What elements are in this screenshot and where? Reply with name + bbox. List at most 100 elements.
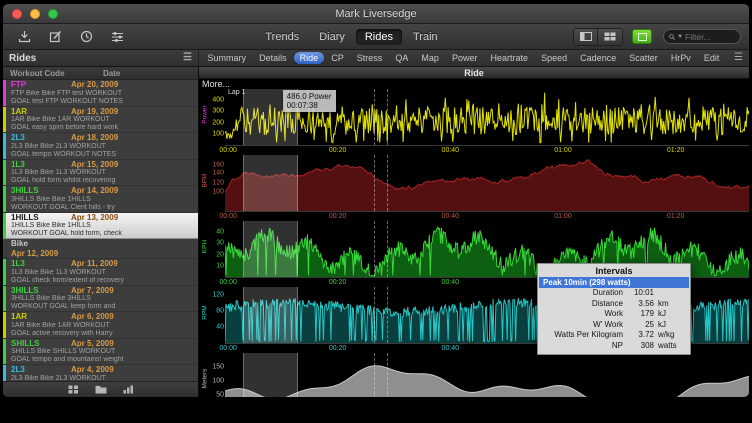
sidebar-columns[interactable]: Workout Code Date: [3, 67, 198, 80]
ride-list-item[interactable]: SHILLSApr 5, 2009SHILLS Bike SHILLS WORK…: [3, 339, 198, 366]
filter-input[interactable]: [685, 32, 735, 42]
analysis-tab-heartrate[interactable]: Heartrate: [485, 52, 535, 64]
ride-list-item[interactable]: 1L3Apr 11, 20091L3 Bike Bike 1L3 WORKOUT…: [3, 259, 198, 286]
interval-marker-line: [387, 155, 388, 211]
analysis-tab-map[interactable]: Map: [415, 52, 445, 64]
tiled-view-button[interactable]: [598, 29, 622, 45]
interval-selection-band[interactable]: [243, 287, 298, 343]
interval-stat-label: Distance: [538, 299, 628, 310]
power-plot[interactable]: Lap 1486.0 Power00:07:3800:0000:2000:400…: [225, 89, 749, 155]
analysis-tab-scatter[interactable]: Scatter: [623, 52, 664, 64]
interval-stats: Duration10:01Distance3.56kmWork179kJW' W…: [538, 288, 690, 351]
ride-date: Apr 7, 2009: [71, 286, 114, 296]
ride-list-item[interactable]: 1ARApr 6, 20091AR Bike Bike 1AR WORKOUTG…: [3, 312, 198, 339]
ride-list-item[interactable]: 1L3Apr 15, 20091L3 Bike Bike 1L3 WORKOUT…: [3, 160, 198, 187]
analysis-tab-ride[interactable]: Ride: [294, 52, 325, 64]
column-header-date[interactable]: Date: [103, 69, 120, 78]
minimize-window-button[interactable]: [30, 9, 40, 19]
ride-item-line1: SHILLSApr 5, 2009: [11, 339, 195, 349]
ride-description-line: WORKOUT GOAL hold form, check: [11, 230, 195, 238]
interval-selection-band[interactable]: [243, 353, 298, 397]
heartrate-axis-tick: 100: [212, 189, 224, 196]
close-window-button[interactable]: [12, 9, 22, 19]
ride-description-line: GOAL active recovery with Harry: [11, 330, 195, 338]
interval-selection-band[interactable]: [243, 155, 298, 211]
title-bar[interactable]: Mark Liversedge: [3, 4, 749, 24]
analysis-tab-cadence[interactable]: Cadence: [574, 52, 622, 64]
heartrate-time-axis: 00:0000:2000:4001:0001:20: [225, 211, 749, 221]
ride-list-item[interactable]: 3HILLSApr 14, 20093HILLS Bike Bike 1HILL…: [3, 186, 198, 213]
interval-stat-label: NP: [538, 341, 628, 352]
analysis-tab-cp[interactable]: CP: [325, 52, 350, 64]
altitude-series: [225, 353, 749, 397]
cadence-axis-tick: 120: [212, 291, 224, 298]
sidebar-toggle-button[interactable]: [574, 29, 598, 45]
analysis-tab-summary[interactable]: Summary: [202, 52, 253, 64]
ride-date: Apr 14, 2009: [71, 186, 118, 196]
interval-selection-band[interactable]: [243, 221, 298, 277]
ride-list-item[interactable]: FTPApr 20, 2009FTP Bike Bike FTP test WO…: [3, 80, 198, 107]
nav-tab-diary[interactable]: Diary: [310, 29, 354, 45]
grid-view-icon[interactable]: [68, 385, 79, 394]
ride-list-item[interactable]: 2L3Apr 18, 20092L3 Bike Bike 2L3 WORKOUT…: [3, 133, 198, 160]
column-header-workout-code[interactable]: Workout Code: [10, 69, 65, 78]
cadence-axis-title: RPM: [202, 293, 209, 333]
ride-list-item[interactable]: 3HILLSApr 7, 20093HILLS Bike Bike 3HILLS…: [3, 286, 198, 313]
altitude-plot[interactable]: 00:0000:2000:4001:0001:20: [225, 353, 749, 397]
analysis-tab-power[interactable]: Power: [446, 52, 484, 64]
sidebar-menu-icon[interactable]: ☰: [183, 53, 192, 63]
zoom-window-button[interactable]: [48, 9, 58, 19]
time-tick-label: 00:40: [442, 279, 460, 286]
analysis-tab-qa[interactable]: QA: [389, 52, 414, 64]
heartrate-plot[interactable]: 00:0000:2000:4001:0001:20: [225, 155, 749, 221]
import-ride-button[interactable]: [11, 28, 37, 46]
heartrate-axis-tick: 120: [212, 179, 224, 186]
interval-peak-row[interactable]: Peak 10min (298 watts): [539, 277, 689, 288]
manual-entry-button[interactable]: [42, 28, 68, 46]
nav-tab-trends[interactable]: Trends: [256, 29, 308, 45]
clock-icon: [80, 30, 93, 43]
tabbar-menu-icon[interactable]: ☰: [728, 53, 749, 63]
ride-list-item[interactable]: 2L3Apr 4, 20092L3 Bike Bike 2L3 WORKOUTG…: [3, 365, 198, 381]
nav-tab-rides[interactable]: Rides: [356, 29, 402, 45]
altitude-axis-tick: 100: [212, 377, 224, 384]
ride-description-line: FTP Bike Bike FTP test WORKOUT: [11, 90, 195, 98]
options-button[interactable]: [104, 28, 130, 46]
interval-stat-unit: kJ: [654, 309, 690, 320]
time-tick-label: 00:40: [442, 147, 460, 154]
ride-description-line: GOAL tempo WORKOUT NOTES: [11, 151, 195, 159]
ride-list: FTPApr 20, 2009FTP Bike Bike FTP test WO…: [3, 80, 198, 381]
sync-button[interactable]: [73, 28, 99, 46]
analysis-tab-stress[interactable]: Stress: [351, 52, 389, 64]
nav-tab-train[interactable]: Train: [404, 29, 447, 45]
interval-stat-row: Duration10:01: [538, 288, 690, 299]
workout-code: 3HILLS: [11, 286, 71, 296]
ride-description-line: GOAL tempo and mountains! weight: [11, 356, 195, 364]
time-tick-label: 00:00: [219, 213, 237, 220]
workout-code: 1AR: [11, 312, 71, 322]
interval-stat-unit: [654, 288, 690, 299]
analysis-tab-details[interactable]: Details: [253, 52, 293, 64]
more-link[interactable]: More...: [199, 79, 749, 89]
tiles-toggle-icon: [604, 32, 616, 41]
filter-field[interactable]: ▼: [663, 29, 741, 44]
speed-axis-tick: 10: [216, 262, 224, 269]
ride-list-item[interactable]: BikeApr 12, 2009: [3, 239, 198, 259]
workout-code: FTP: [11, 80, 71, 90]
ride-list-item[interactable]: 1ARApr 19, 20091AR Bike Bike 1AR WORKOUT…: [3, 107, 198, 134]
ride-list-item[interactable]: 1HILLSApr 13, 20091HILLS Bike Bike 1HILL…: [3, 213, 198, 240]
ride-date: Apr 20, 2009: [71, 80, 118, 90]
ride-description-line: WORKOUT GOAL Clent hills - try: [11, 204, 195, 212]
workout-code: 1AR: [11, 107, 71, 117]
analysis-tab-speed[interactable]: Speed: [535, 52, 573, 64]
ride-date: Apr 6, 2009: [71, 312, 114, 322]
heartrate-axis: BPM160140120100: [199, 155, 225, 221]
folder-icon[interactable]: [95, 385, 107, 394]
ride-item-line1: 3HILLSApr 7, 2009: [11, 286, 195, 296]
interval-marker-line: [387, 221, 388, 277]
chart-icon[interactable]: [123, 385, 134, 394]
analysis-tab-edit[interactable]: Edit: [698, 52, 726, 64]
ride-description-line: 2L3 Bike Bike 2L3 WORKOUT: [11, 375, 195, 382]
analysis-tab-hrpv[interactable]: HrPv: [665, 52, 697, 64]
status-green-button[interactable]: [632, 29, 652, 44]
